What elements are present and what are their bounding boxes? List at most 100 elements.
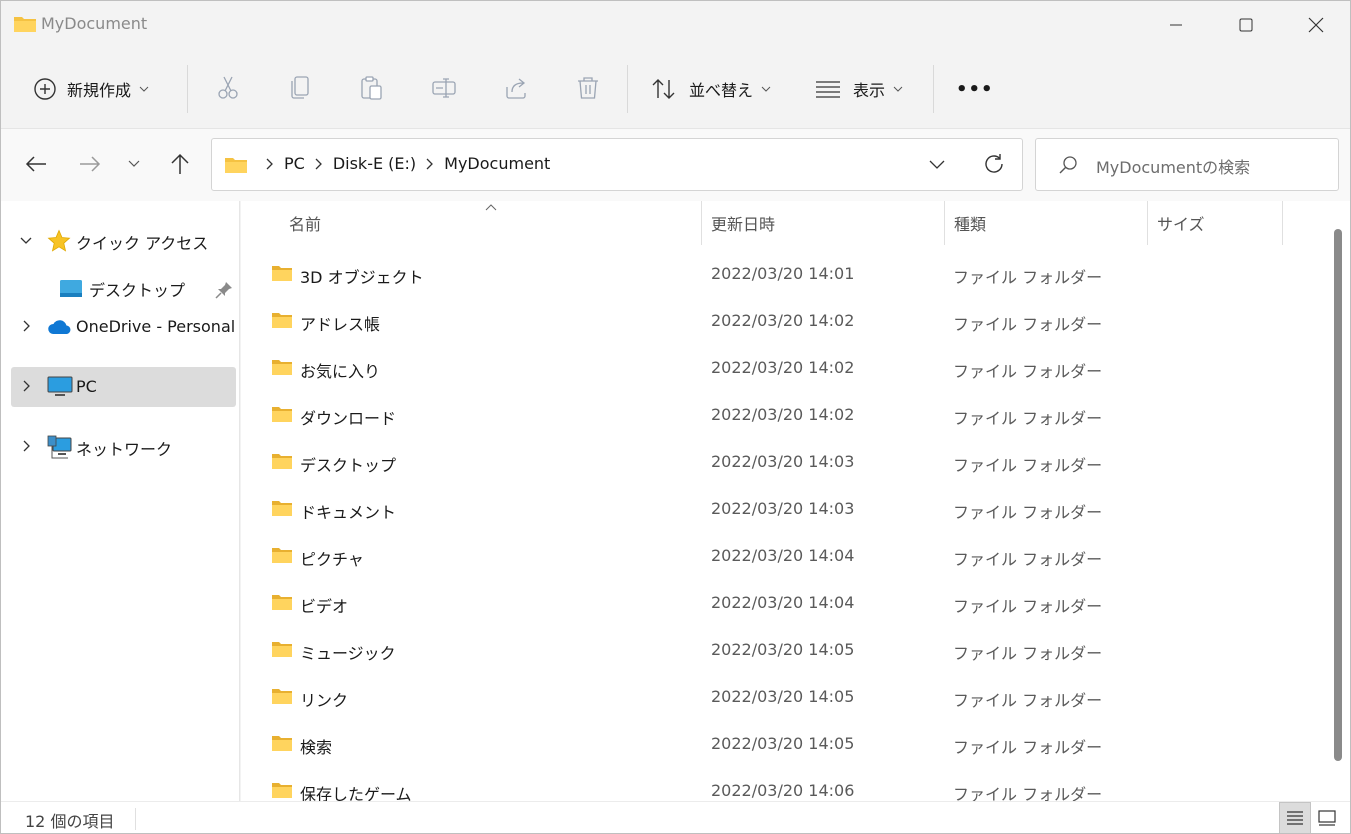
sidebar-item-onedrive[interactable]: OneDrive - Personal [11, 307, 236, 347]
file-name: ドキュメント [300, 503, 397, 522]
file-modified-date: 2022/03/20 14:03 [711, 452, 855, 471]
table-row[interactable]: 検索 2022/03/20 14:05 ファイル フォルダー [259, 721, 1319, 768]
view-button[interactable]: 表示 [815, 69, 903, 109]
folder-icon [272, 407, 292, 422]
sidebar-item-pc[interactable]: PC [11, 367, 236, 407]
table-row[interactable]: 保存したゲーム 2022/03/20 14:06 ファイル フォルダー [259, 768, 1319, 801]
table-row[interactable]: ミュージック 2022/03/20 14:05 ファイル フォルダー [259, 627, 1319, 674]
table-row[interactable]: ビデオ 2022/03/20 14:04 ファイル フォルダー [259, 580, 1319, 627]
sidebar-item-label: デスクトップ [89, 281, 186, 300]
copy-button[interactable] [285, 73, 315, 103]
up-button[interactable] [165, 149, 195, 179]
details-view-icon [1287, 811, 1303, 825]
item-count: 12 個の項目 [25, 812, 115, 831]
table-row[interactable]: リンク 2022/03/20 14:05 ファイル フォルダー [259, 674, 1319, 721]
toolbar-divider [627, 65, 628, 113]
sidebar-item-desktop[interactable]: デスクトップ [11, 268, 236, 308]
minimize-button[interactable] [1141, 1, 1211, 49]
file-modified-date: 2022/03/20 14:02 [711, 405, 855, 424]
paste-button[interactable] [357, 73, 387, 103]
scrollbar-thumb[interactable] [1334, 229, 1342, 761]
file-modified-date: 2022/03/20 14:05 [711, 640, 855, 659]
file-name: ビデオ [300, 597, 349, 616]
more-icon: ••• [956, 78, 994, 100]
new-button-label: 新規作成 [67, 81, 132, 100]
file-type: ファイル フォルダー [953, 362, 1103, 381]
file-name: 3D オブジェクト [300, 268, 424, 287]
forward-button[interactable] [75, 149, 105, 179]
sort-ascending-icon [485, 204, 497, 211]
more-options-button[interactable]: ••• [956, 69, 994, 109]
share-button[interactable] [501, 73, 531, 103]
file-modified-date: 2022/03/20 14:05 [711, 734, 855, 753]
breadcrumb-disk-e[interactable]: Disk-E (E:) [333, 154, 416, 173]
column-header-label: 名前 [289, 215, 322, 234]
rename-button[interactable] [429, 73, 459, 103]
file-name: リンク [300, 691, 349, 710]
address-bar[interactable]: PC Disk-E (E:) MyDocument [211, 138, 1023, 191]
breadcrumb-pc[interactable]: PC [284, 154, 305, 173]
table-row[interactable]: ドキュメント 2022/03/20 14:03 ファイル フォルダー [259, 486, 1319, 533]
sidebar-item-network[interactable]: ネットワーク [11, 427, 236, 467]
column-header-size[interactable]: サイズ [1157, 201, 1281, 245]
arrow-right-icon [80, 156, 101, 172]
column-header-label: サイズ [1157, 215, 1205, 234]
toolbar-divider [933, 65, 934, 113]
file-type: ファイル フォルダー [953, 597, 1103, 616]
table-row[interactable]: アドレス帳 2022/03/20 14:02 ファイル フォルダー [259, 298, 1319, 345]
chevron-right-icon [23, 320, 30, 332]
new-button[interactable]: 新規作成 [33, 69, 149, 109]
folder-icon [272, 266, 292, 281]
column-header-label: 更新日時 [711, 215, 776, 234]
address-history-dropdown[interactable] [928, 154, 946, 180]
status-divider [135, 808, 136, 830]
title-bar: MyDocument [1, 1, 1350, 49]
column-divider[interactable] [1282, 201, 1283, 245]
chevron-right-icon [266, 158, 274, 170]
back-button[interactable] [21, 149, 51, 179]
column-divider[interactable] [701, 201, 702, 245]
arrow-up-icon [171, 153, 189, 174]
refresh-icon [985, 154, 1003, 173]
file-type: ファイル フォルダー [953, 315, 1103, 334]
folder-icon [272, 689, 292, 704]
view-list-icon [816, 81, 840, 98]
table-row[interactable]: ピクチャ 2022/03/20 14:04 ファイル フォルダー [259, 533, 1319, 580]
details-view-button[interactable] [1279, 802, 1311, 833]
chevron-right-icon [23, 440, 30, 452]
file-modified-date: 2022/03/20 14:05 [711, 687, 855, 706]
vertical-scrollbar[interactable] [1326, 201, 1350, 801]
column-divider[interactable] [944, 201, 945, 245]
pin-icon[interactable] [215, 281, 233, 299]
table-row[interactable]: 3D オブジェクト 2022/03/20 14:01 ファイル フォルダー [259, 251, 1319, 298]
sort-button-label: 並べ替え [689, 81, 754, 100]
folder-icon [272, 736, 292, 751]
sidebar-item-quick-access[interactable]: クイック アクセス [11, 221, 236, 261]
close-button[interactable] [1281, 1, 1350, 49]
file-type: ファイル フォルダー [953, 550, 1103, 569]
file-modified-date: 2022/03/20 14:02 [711, 311, 855, 330]
desktop-icon [60, 280, 82, 297]
cut-button[interactable] [213, 73, 243, 103]
breadcrumb-mydocument[interactable]: MyDocument [444, 154, 550, 173]
table-row[interactable]: お気に入り 2022/03/20 14:02 ファイル フォルダー [259, 345, 1319, 392]
sort-button[interactable]: 並べ替え [651, 69, 771, 109]
chevron-down-icon [20, 237, 32, 244]
tiles-view-button[interactable] [1311, 802, 1343, 833]
chevron-down-icon [139, 86, 149, 92]
column-header-date[interactable]: 更新日時 [711, 201, 943, 245]
file-name: ミュージック [300, 644, 396, 663]
tiles-view-icon [1318, 810, 1336, 826]
maximize-button[interactable] [1211, 1, 1281, 49]
column-header-type[interactable]: 種類 [954, 201, 1146, 245]
search-box[interactable]: MyDocumentの検索 [1035, 138, 1339, 191]
recent-locations-button[interactable] [119, 149, 149, 179]
column-divider[interactable] [1147, 201, 1148, 245]
refresh-button[interactable] [982, 151, 1006, 181]
delete-button[interactable] [573, 73, 603, 103]
toolbar-divider [187, 65, 188, 113]
table-row[interactable]: ダウンロード 2022/03/20 14:02 ファイル フォルダー [259, 392, 1319, 439]
table-row[interactable]: デスクトップ 2022/03/20 14:03 ファイル フォルダー [259, 439, 1319, 486]
sort-arrows-icon [652, 79, 675, 99]
navigation-pane: クイック アクセス デスクトップ OneDrive - Personal PC … [1, 201, 240, 801]
